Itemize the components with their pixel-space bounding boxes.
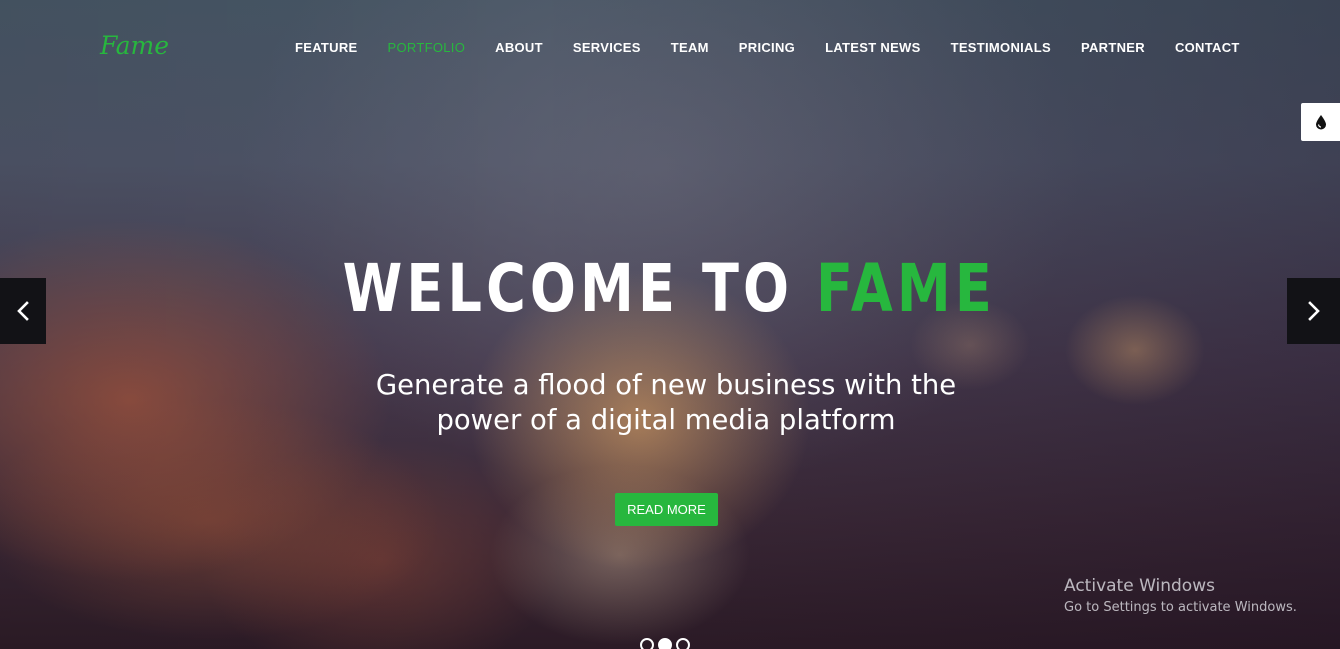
nav-item-pricing[interactable]: PRICING xyxy=(739,40,795,55)
slider-dot-2[interactable] xyxy=(658,638,672,649)
style-switcher-button[interactable] xyxy=(1301,103,1340,141)
nav-item-team[interactable]: TEAM xyxy=(671,40,709,55)
slider-pagination xyxy=(640,638,694,649)
hero-slider: Fame FEATURE PORTFOLIO ABOUT SERVICES TE… xyxy=(0,0,1340,649)
nav-item-contact[interactable]: CONTACT xyxy=(1175,40,1240,55)
slider-next-button[interactable] xyxy=(1287,278,1340,344)
headline-accent: FAME xyxy=(816,250,996,327)
subtitle-line-1: Generate a flood of new business with th… xyxy=(375,368,957,401)
hero-subtitle: Generate a flood of new business with th… xyxy=(351,367,980,437)
hero-headline: WELCOME TO FAME xyxy=(120,250,1219,327)
nav-item-feature[interactable]: FEATURE xyxy=(295,40,358,55)
nav-item-services[interactable]: SERVICES xyxy=(573,40,641,55)
nav-item-partner[interactable]: PARTNER xyxy=(1081,40,1145,55)
slider-dot-1[interactable] xyxy=(640,638,654,649)
nav-item-latest-news[interactable]: LATEST NEWS xyxy=(825,40,921,55)
read-more-button[interactable]: READ MORE xyxy=(615,493,718,526)
chevron-left-icon xyxy=(17,301,29,321)
slider-prev-button[interactable] xyxy=(0,278,46,344)
nav-item-testimonials[interactable]: TESTIMONIALS xyxy=(951,40,1051,55)
subtitle-line-2: power of a digital media platform xyxy=(436,403,896,436)
windows-activation-watermark: Activate Windows Go to Settings to activ… xyxy=(1064,576,1297,615)
brand-logo[interactable]: Fame xyxy=(100,31,169,60)
nav-item-portfolio[interactable]: PORTFOLIO xyxy=(388,40,466,55)
watermark-title: Activate Windows xyxy=(1064,576,1215,596)
chevron-right-icon xyxy=(1307,301,1320,321)
headline-white: WELCOME TO xyxy=(342,250,794,327)
slider-dot-3[interactable] xyxy=(676,638,690,649)
nav-item-about[interactable]: ABOUT xyxy=(495,40,543,55)
droplet-icon xyxy=(1315,115,1326,130)
watermark-subtitle: Go to Settings to activate Windows. xyxy=(1064,600,1297,615)
main-nav: FEATURE PORTFOLIO ABOUT SERVICES TEAM PR… xyxy=(295,40,1240,55)
